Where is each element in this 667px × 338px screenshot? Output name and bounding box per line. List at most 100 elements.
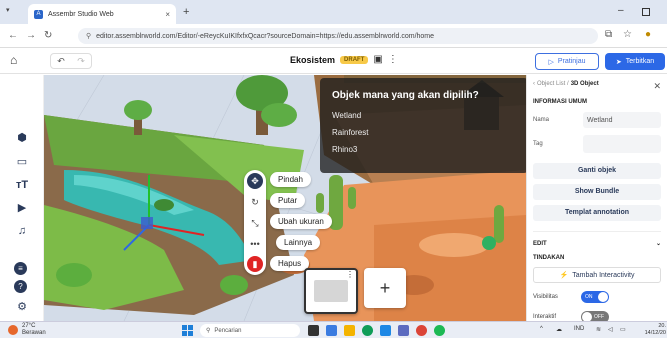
windows-start-icon[interactable] (182, 325, 193, 336)
edit-title: EDIT (533, 240, 547, 247)
site-info-icon[interactable]: ⚲ (86, 32, 91, 40)
show-bundle-button[interactable]: Show Bundle (533, 184, 661, 200)
cloud-icon[interactable]: ☁ (556, 326, 562, 333)
preview-button[interactable]: ▷ Pratinjau (535, 53, 599, 70)
chevron-down-icon: ⌄ (655, 241, 661, 247)
back-chevron-icon[interactable]: ‹ (533, 81, 535, 87)
close-icon[interactable]: ✕ (653, 81, 661, 92)
chrome-icon[interactable] (416, 325, 427, 336)
text-icon[interactable]: тT (14, 178, 30, 192)
interactive-state: OFF (594, 314, 604, 320)
scene-thumbnail-card[interactable]: ⋮ (304, 268, 358, 314)
maximize-button[interactable] (642, 8, 650, 16)
new-tab-button[interactable]: + (183, 6, 189, 18)
file-explorer-icon[interactable] (344, 325, 355, 336)
battery-icon[interactable]: ▭ (620, 326, 626, 333)
interactive-label: Interaktif (533, 314, 557, 320)
resize-icon[interactable]: ⤡ (247, 215, 263, 231)
change-object-button[interactable]: Ganti objek (533, 163, 661, 179)
bookmark-star-icon[interactable]: ☆ (623, 29, 632, 40)
forward-icon[interactable]: → (26, 30, 36, 41)
system-clock[interactable]: 20. 14/12/20 (636, 323, 666, 337)
undo-redo-group: ↶ ↷ (50, 53, 92, 69)
weather-widget[interactable]: 27°C Berawan (8, 323, 46, 337)
url-field[interactable]: ⚲ editor.assemblrworld.com/Editor/-eReyc… (78, 28, 598, 44)
save-icon[interactable]: ▣ (373, 54, 382, 65)
undo-icon[interactable]: ↶ (57, 56, 65, 67)
annotation-template-button[interactable]: Templat annotation (533, 205, 661, 221)
widgets-icon[interactable] (326, 325, 337, 336)
move-icon[interactable]: ✥ (247, 173, 263, 189)
quiz-option[interactable]: Wetland (332, 111, 516, 120)
tag-field-row: Tag (533, 135, 661, 153)
scene-thumbnail (314, 280, 348, 302)
lightning-icon: ⚡ (559, 272, 569, 279)
card-more-icon[interactable]: ⋮ (346, 270, 354, 279)
video-icon[interactable]: ▶ (14, 201, 30, 215)
image-icon[interactable]: ▭ (14, 155, 30, 169)
more-vertical-icon[interactable]: ⋮ (388, 54, 398, 65)
settings-gear-icon[interactable]: ⚙ (14, 300, 30, 314)
breadcrumb-current: 3D Object (570, 81, 599, 87)
store-icon[interactable] (380, 325, 391, 336)
home-icon[interactable]: ⌂ (10, 53, 17, 67)
editor-header: ⌂ ↶ ↷ Ekosistem DRAFT ▣ ⋮ ▷ Pratinjau ➤ … (0, 48, 667, 74)
more-label[interactable]: Lainnya (276, 235, 321, 250)
tab-list-icon[interactable]: ▾ (6, 6, 10, 14)
move-label[interactable]: Pindah (270, 172, 311, 187)
more-horizontal-icon[interactable]: ••• (247, 236, 263, 252)
3d-object-icon[interactable]: ⬢ (14, 131, 30, 145)
help-icon[interactable]: ? (14, 280, 30, 294)
url-text: editor.assemblrworld.com/Editor/-eReycKu… (96, 32, 435, 40)
spotify-icon[interactable] (434, 325, 445, 336)
weather-desc: Berawan (22, 330, 46, 336)
rotate-icon[interactable]: ↻ (247, 194, 263, 210)
project-title[interactable]: Ekosistem (290, 55, 335, 65)
quiz-option[interactable]: Rainforest (332, 128, 516, 137)
tray-overflow-icon[interactable]: ^ (540, 326, 543, 332)
breadcrumb: ‹ Object List / 3D Object (533, 81, 661, 87)
name-label: Nama (533, 117, 550, 123)
name-input[interactable]: Wetland (583, 112, 661, 128)
visibility-label: Visibilitas (533, 294, 558, 300)
install-app-icon[interactable]: ⧉ (605, 29, 612, 40)
rotate-label[interactable]: Putar (270, 193, 306, 208)
layers-icon[interactable]: ≡ (14, 262, 30, 276)
resize-label[interactable]: Ubah ukuran (270, 214, 332, 229)
minimize-button[interactable]: – (618, 5, 624, 16)
reload-icon[interactable]: ↻ (44, 30, 52, 41)
add-scene-button[interactable]: + (364, 268, 406, 308)
tab-close-icon[interactable]: × (165, 10, 170, 19)
redo-icon[interactable]: ↷ (77, 56, 85, 67)
search-icon: ⚲ (206, 328, 211, 334)
project-title-group: Ekosistem DRAFT ▣ ⋮ (290, 54, 398, 65)
wifi-icon[interactable]: ≋ (596, 326, 601, 333)
quiz-option[interactable]: Rhino3 (332, 145, 516, 154)
breadcrumb-parent[interactable]: Object List / (537, 81, 569, 87)
edge-icon[interactable] (362, 325, 373, 336)
os-taskbar: 27°C Berawan ⚲ Pencarian ^ ☁ IND ≋ ◁ ▭ 2… (0, 321, 667, 338)
publish-button[interactable]: ➤ Terbitkan (605, 53, 665, 70)
music-icon[interactable]: ♫ (14, 224, 30, 238)
play-outline-icon: ▷ (548, 58, 554, 66)
properties-panel: ‹ Object List / 3D Object ✕ INFORMASI UM… (526, 75, 667, 323)
extension-icon[interactable]: ● (645, 29, 651, 40)
browser-tab-bar: ▾ A Assembr Studio Web × + – (0, 0, 667, 24)
delete-label[interactable]: Hapus (270, 256, 310, 271)
volume-icon[interactable]: ◁ (608, 326, 613, 333)
add-interactivity-button[interactable]: ⚡ Tambah Interactivity (533, 267, 661, 283)
language-indicator[interactable]: IND (574, 326, 584, 332)
browser-tab[interactable]: A Assembr Studio Web × (28, 4, 176, 24)
taskbar-search[interactable]: ⚲ Pencarian (200, 324, 300, 337)
tag-label: Tag (533, 141, 543, 147)
task-view-icon[interactable] (308, 325, 319, 336)
trash-icon[interactable]: ▮ (247, 256, 263, 272)
visibility-toggle[interactable]: ON (581, 291, 609, 303)
photos-icon[interactable] (398, 325, 409, 336)
back-icon[interactable]: ← (8, 30, 18, 41)
send-icon: ➤ (615, 58, 622, 66)
edit-section-header[interactable]: EDIT ⌄ (533, 231, 661, 247)
visibility-row: Visibilitas ON (533, 291, 661, 303)
tag-input[interactable] (583, 135, 661, 153)
action-title: TINDAKAN (533, 255, 565, 261)
